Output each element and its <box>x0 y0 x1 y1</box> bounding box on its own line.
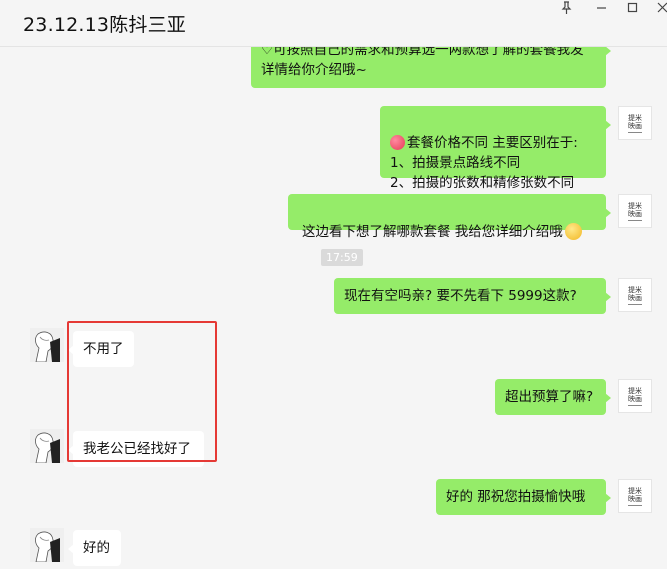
maximize-icon[interactable] <box>622 0 642 16</box>
avatar-contact[interactable] <box>30 429 64 463</box>
message-bubble-incoming[interactable]: 好的 <box>68 530 121 566</box>
avatar-text: 映画 <box>628 293 642 302</box>
avatar-text: 提米 <box>628 386 642 395</box>
avatar-text: 提米 <box>628 113 642 122</box>
avatar-text: 提米 <box>628 486 642 495</box>
minimize-icon[interactable] <box>591 0 611 16</box>
avatar-text: 提米 <box>628 201 642 210</box>
avatar-self[interactable]: 提米 映画 <box>618 379 652 413</box>
message-list[interactable]: ♡可按照自己的需求和预算选一两款想了解的套餐我发 详情给你介绍哦~ 套餐价格不同… <box>0 46 667 569</box>
avatar-text: 映画 <box>628 394 642 403</box>
smile-emoji-icon <box>564 223 582 240</box>
avatar-contact[interactable] <box>30 328 64 362</box>
message-bubble-outgoing[interactable]: ♡可按照自己的需求和预算选一两款想了解的套餐我发 详情给你介绍哦~ <box>251 46 611 88</box>
chat-title: 23.12.13陈抖三亚 <box>23 14 187 36</box>
message-text: 这边看下想了解哪款套餐 我给您详细介绍哦 <box>302 224 563 240</box>
message-timestamp: 17:59 <box>321 249 363 266</box>
message-text: 套餐价格不同 主要区别在于: 1、拍摄景点路线不同 2、拍摄的张数和精修张数不同 <box>390 135 578 191</box>
close-icon[interactable] <box>652 0 667 16</box>
title-bar: 23.12.13陈抖三亚 <box>0 0 667 47</box>
avatar-text: 映画 <box>628 121 642 130</box>
message-bubble-outgoing[interactable]: 套餐价格不同 主要区别在于: 1、拍摄景点路线不同 2、拍摄的张数和精修张数不同 <box>380 106 611 191</box>
avatar-self[interactable]: 提米 映画 <box>618 278 652 312</box>
avatar-self[interactable]: 提米 映画 <box>618 479 652 513</box>
message-bubble-outgoing[interactable]: 超出预算了嘛? <box>495 379 611 415</box>
message-bubble-outgoing[interactable]: 现在有空吗亲? 要不先看下 5999这款? <box>334 278 611 314</box>
message-bubble-outgoing[interactable]: 这边看下想了解哪款套餐 我给您详细介绍哦 <box>288 194 611 240</box>
avatar-text: 映画 <box>628 494 642 503</box>
highlight-annotation-box <box>67 321 217 462</box>
message-bubble-outgoing[interactable]: 好的 那祝您拍摄愉快哦 <box>436 479 611 515</box>
pin-icon[interactable] <box>556 0 576 16</box>
avatar-self[interactable]: 提米 映画 <box>618 106 652 140</box>
avatar-text: 提米 <box>628 285 642 294</box>
avatar-text: 映画 <box>628 209 642 218</box>
avatar-self[interactable]: 提米 映画 <box>618 194 652 228</box>
avatar-contact[interactable] <box>30 528 64 562</box>
heart-emoji-icon <box>390 135 405 150</box>
